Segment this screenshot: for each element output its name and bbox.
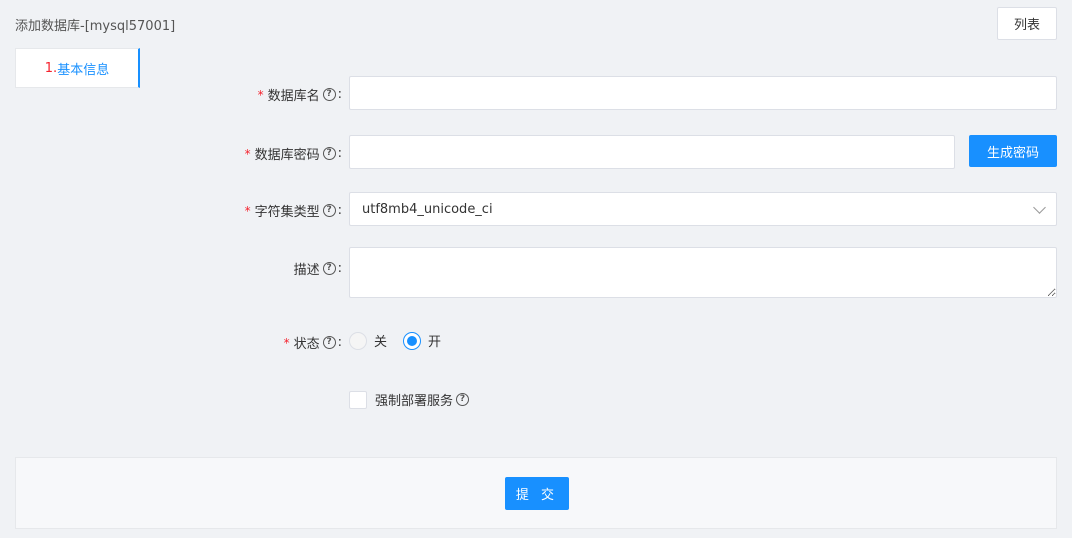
charset-selected-value: utf8mb4_unicode_ci bbox=[362, 201, 493, 217]
label-colon: : bbox=[337, 261, 342, 276]
status-label-text: 状态 bbox=[293, 337, 320, 352]
status-radio-group: 关 开 bbox=[349, 331, 457, 350]
force-deploy-row: 强制部署服务 ? bbox=[349, 390, 470, 409]
list-button[interactable]: 列表 bbox=[997, 7, 1057, 40]
required-mark: * bbox=[244, 203, 251, 218]
step-number: 1. bbox=[44, 60, 58, 76]
label-colon: : bbox=[337, 335, 342, 350]
help-icon[interactable]: ? bbox=[456, 393, 470, 406]
db-name-input[interactable] bbox=[349, 76, 1057, 110]
required-mark: * bbox=[283, 335, 290, 350]
required-mark: * bbox=[244, 146, 251, 161]
force-deploy-label: 强制部署服务 bbox=[375, 394, 454, 409]
submit-button[interactable]: 提 交 bbox=[505, 477, 569, 510]
db-password-label-text: 数据库密码 bbox=[254, 148, 320, 163]
description-label: 描述 ? : bbox=[294, 259, 342, 278]
radio-off-circle[interactable] bbox=[349, 331, 367, 350]
db-password-input[interactable] bbox=[349, 135, 955, 169]
chevron-down-icon bbox=[1033, 201, 1046, 214]
charset-select[interactable]: utf8mb4_unicode_ci bbox=[349, 192, 1057, 226]
help-icon[interactable]: ? bbox=[322, 147, 336, 160]
radio-on-circle[interactable] bbox=[403, 331, 422, 350]
charset-label-text: 字符集类型 bbox=[254, 205, 320, 220]
status-radio-on[interactable]: 开 bbox=[403, 331, 441, 350]
help-icon[interactable]: ? bbox=[322, 88, 336, 101]
label-colon: : bbox=[337, 203, 342, 218]
page-title: 添加数据库-[mysql57001] bbox=[15, 19, 176, 34]
db-name-label: * 数据库名 ? : bbox=[258, 85, 342, 104]
charset-label: * 字符集类型 ? : bbox=[245, 201, 342, 220]
description-label-text: 描述 bbox=[293, 263, 320, 278]
status-label: * 状态 ? : bbox=[284, 333, 342, 352]
required-mark: * bbox=[257, 87, 264, 102]
status-radio-off[interactable]: 关 bbox=[349, 331, 387, 350]
form-footer: 提 交 bbox=[15, 457, 1057, 529]
description-textarea[interactable] bbox=[349, 247, 1057, 298]
radio-off-label: 关 bbox=[374, 335, 388, 350]
radio-on-label: 开 bbox=[428, 335, 442, 350]
help-icon[interactable]: ? bbox=[322, 336, 336, 349]
help-icon[interactable]: ? bbox=[322, 204, 336, 217]
label-colon: : bbox=[337, 146, 342, 161]
help-icon[interactable]: ? bbox=[322, 262, 336, 275]
generate-password-button[interactable]: 生成密码 bbox=[969, 135, 1057, 167]
db-name-label-text: 数据库名 bbox=[267, 89, 320, 104]
step-label: 基本信息 bbox=[57, 62, 110, 78]
radio-selected-dot bbox=[407, 335, 418, 346]
db-password-label: * 数据库密码 ? : bbox=[245, 144, 342, 163]
force-deploy-checkbox[interactable] bbox=[349, 390, 367, 409]
step-tab-basic-info[interactable]: 1. 基本信息 bbox=[15, 48, 140, 88]
label-colon: : bbox=[337, 87, 342, 102]
